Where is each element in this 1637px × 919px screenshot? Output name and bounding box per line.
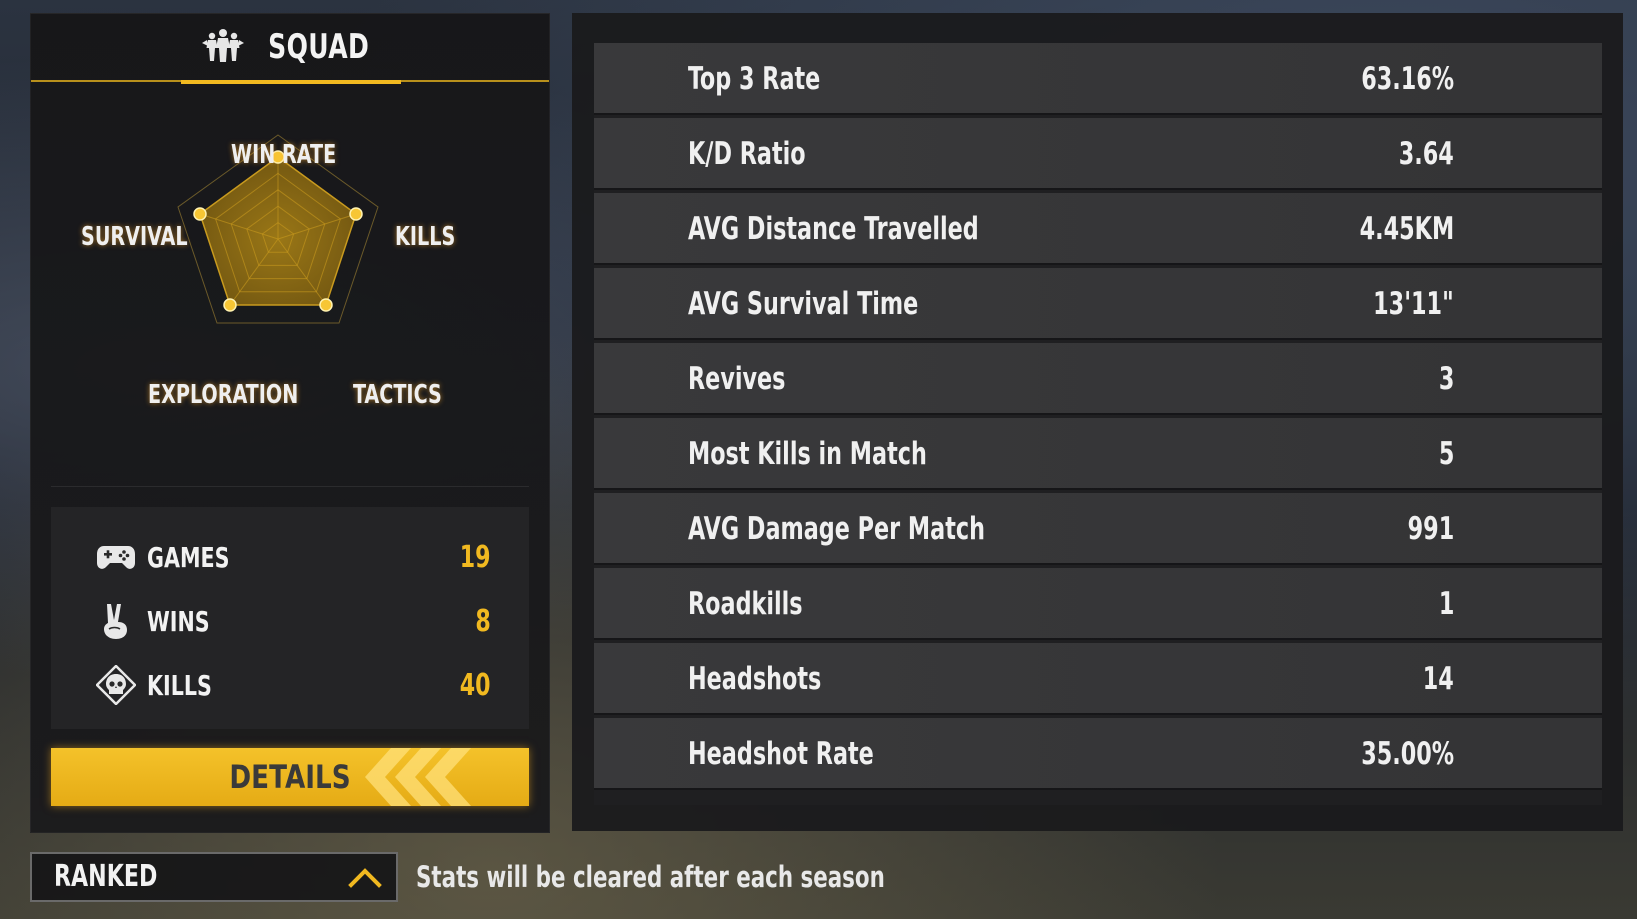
radar-label-survival: SURVIVAL bbox=[81, 222, 188, 252]
stat-value: 14 bbox=[1422, 661, 1454, 697]
summary-row-kills: KILLS 40 bbox=[51, 655, 529, 715]
stat-row: Top 3 Rate 63.16% bbox=[594, 43, 1602, 115]
stat-value: 3.64 bbox=[1398, 136, 1454, 172]
details-label: DETAILS bbox=[229, 758, 351, 796]
radar-label-kills: KILLS bbox=[395, 222, 456, 252]
radar-chart: WIN RATE KILLS SURVIVAL EXPLORATION TACT… bbox=[31, 84, 549, 484]
stat-value: 4.45KM bbox=[1359, 211, 1454, 247]
stat-value: 13'11" bbox=[1373, 286, 1454, 322]
mode-dropdown-label: RANKED bbox=[54, 859, 158, 894]
stat-value: 5 bbox=[1438, 436, 1454, 472]
stat-row: Headshots 14 bbox=[594, 643, 1602, 715]
stat-row: AVG Survival Time 13'11" bbox=[594, 268, 1602, 340]
stat-label: Headshot Rate bbox=[688, 736, 874, 772]
summary-label-wins: WINS bbox=[147, 604, 210, 638]
stat-label: Most Kills in Match bbox=[688, 436, 927, 472]
stat-label: AVG Survival Time bbox=[688, 286, 919, 322]
stat-label: Revives bbox=[688, 361, 786, 397]
skull-icon bbox=[95, 664, 137, 706]
stat-row: Most Kills in Match 5 bbox=[594, 418, 1602, 490]
squad-header: SQUAD bbox=[31, 14, 549, 84]
stats-list: Top 3 Rate 63.16% K/D Ratio 3.64 AVG Distanc… bbox=[594, 43, 1602, 805]
squad-group-icon bbox=[201, 27, 245, 67]
summary-row-wins: WINS 8 bbox=[51, 591, 529, 651]
mode-dropdown[interactable]: RANKED bbox=[30, 852, 398, 902]
summary-row-games: GAMES 19 bbox=[51, 527, 529, 587]
stat-value: 63.16% bbox=[1361, 61, 1454, 97]
stat-label: Roadkills bbox=[688, 586, 803, 622]
gamepad-icon bbox=[95, 536, 137, 578]
stat-label: Top 3 Rate bbox=[688, 61, 821, 97]
details-button[interactable]: DETAILS bbox=[51, 748, 529, 806]
squad-title: SQUAD bbox=[268, 27, 370, 67]
stat-value: 3 bbox=[1438, 361, 1454, 397]
stat-label: Headshots bbox=[688, 661, 822, 697]
stat-label: AVG Distance Travelled bbox=[688, 211, 979, 247]
stat-row: Revives 3 bbox=[594, 343, 1602, 415]
tab-squad[interactable]: SQUAD bbox=[181, 14, 401, 84]
chevron-up-icon bbox=[348, 864, 382, 894]
stat-label: K/D Ratio bbox=[688, 136, 806, 172]
summary-box: GAMES 19 WINS 8 KILLS 40 bbox=[51, 507, 529, 729]
season-note: Stats will be cleared after each season bbox=[416, 860, 885, 894]
summary-label-kills: KILLS bbox=[147, 668, 212, 702]
stat-row: K/D Ratio 3.64 bbox=[594, 118, 1602, 190]
peace-hand-icon bbox=[95, 600, 137, 642]
stat-label: AVG Damage Per Match bbox=[688, 511, 985, 547]
squad-panel: SQUAD WIN RATE KILLS SURVIVAL EXPLORATIO… bbox=[30, 13, 550, 833]
stats-panel: Top 3 Rate 63.16% K/D Ratio 3.64 AVG Distanc… bbox=[572, 13, 1623, 831]
summary-value-kills: 40 bbox=[460, 667, 491, 703]
radar-label-win-rate: WIN RATE bbox=[231, 140, 337, 170]
stat-row: Roadkills 1 bbox=[594, 568, 1602, 640]
stat-row: AVG Distance Travelled 4.45KM bbox=[594, 193, 1602, 265]
radar-label-exploration: EXPLORATION bbox=[148, 380, 299, 410]
divider bbox=[51, 486, 529, 487]
stat-value: 35.00% bbox=[1361, 736, 1454, 772]
summary-value-wins: 8 bbox=[475, 603, 491, 639]
radar-label-tactics: TACTICS bbox=[353, 380, 442, 410]
summary-value-games: 19 bbox=[460, 539, 491, 575]
stat-row: AVG Damage Per Match 991 bbox=[594, 493, 1602, 565]
stat-value: 1 bbox=[1438, 586, 1454, 622]
stat-row: Headshot Rate 35.00% bbox=[594, 718, 1602, 790]
summary-label-games: GAMES bbox=[147, 540, 230, 574]
stat-value: 991 bbox=[1407, 511, 1454, 547]
